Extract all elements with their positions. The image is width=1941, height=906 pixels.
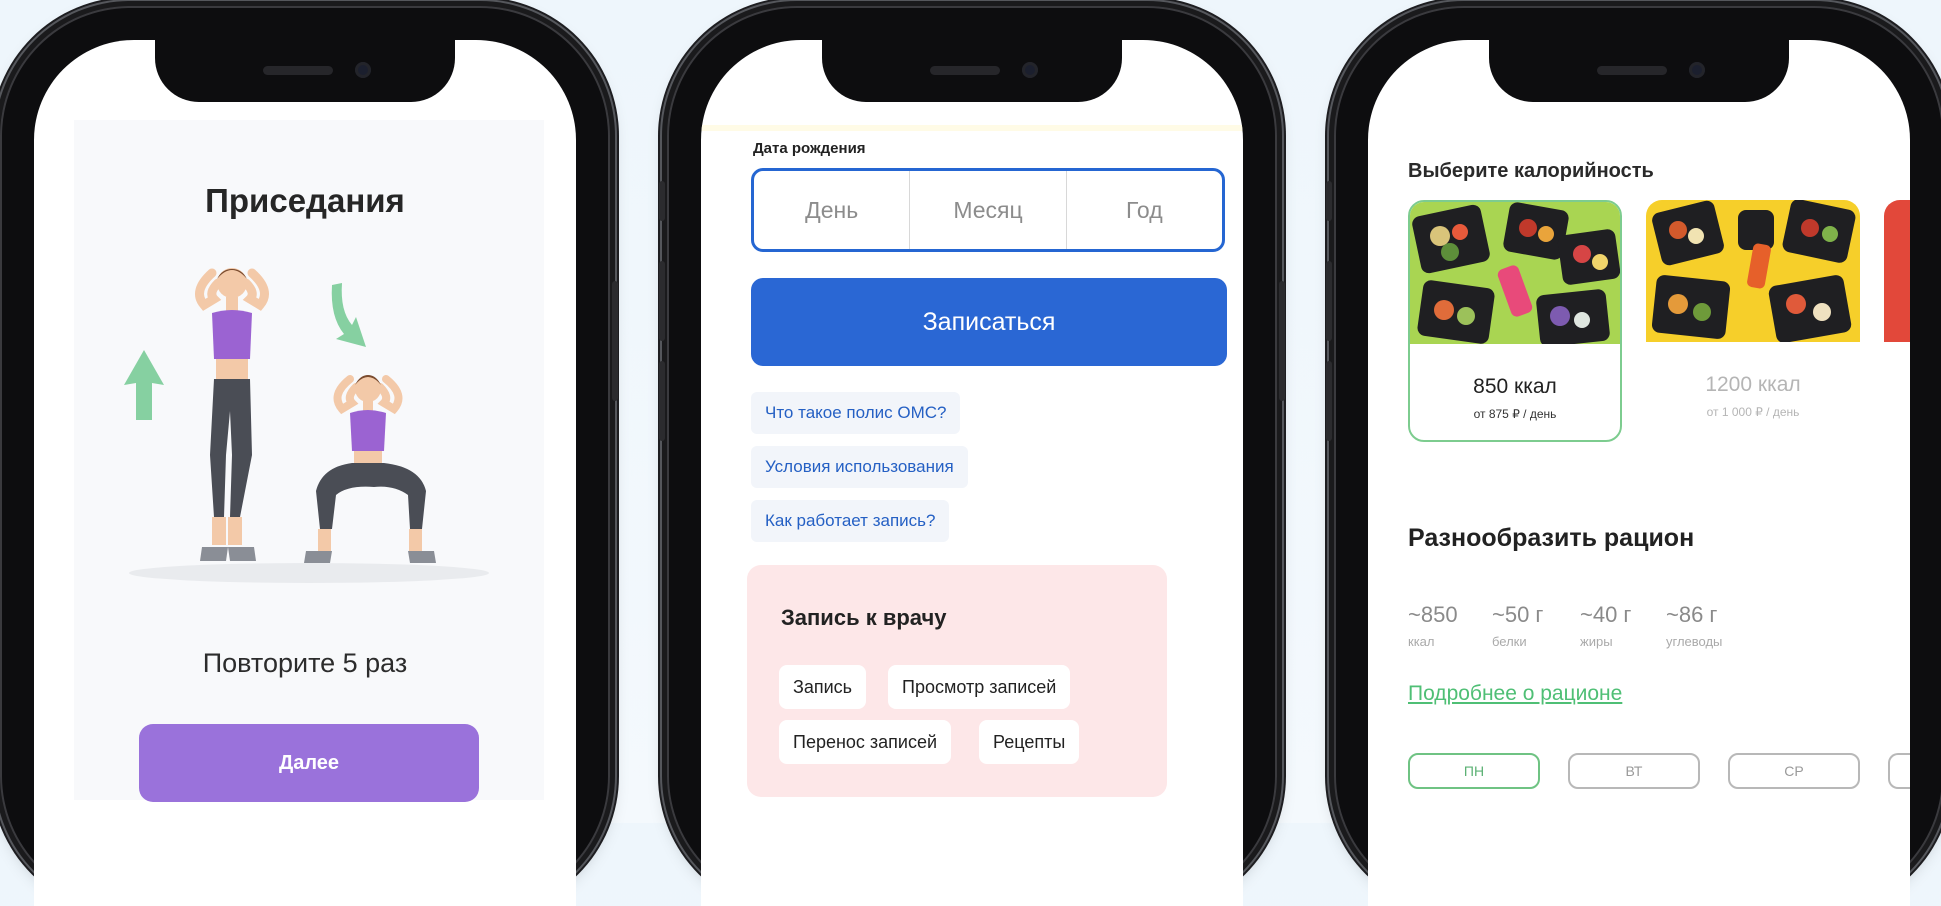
next-button[interactable]: Далее (139, 724, 479, 802)
side-button (659, 261, 665, 341)
year-input[interactable]: Год (1067, 171, 1222, 249)
link-terms-of-use[interactable]: Условия использования (751, 446, 968, 488)
day-tab-wed[interactable]: СР (1728, 753, 1860, 789)
plan-price: от 1 000 ₽ / день (1706, 405, 1800, 419)
squat-illustration (124, 268, 489, 583)
day-input[interactable]: День (754, 171, 911, 249)
chip-appointment[interactable]: Запись (779, 665, 867, 709)
link-how-booking-works[interactable]: Как работает запись? (751, 500, 950, 542)
side-button (659, 181, 665, 221)
chip-reschedule[interactable]: Перенос записей (779, 720, 952, 764)
birth-date-label: Дата рождения (753, 140, 866, 157)
notch (822, 40, 1122, 102)
link-oms-policy[interactable]: Что такое полис ОМС? (751, 392, 961, 434)
macro-fat: ~40 г жиры (1580, 602, 1632, 649)
macro-kcal: ~850 ккал (1408, 602, 1458, 649)
side-button (1326, 361, 1332, 441)
diet-details-link[interactable]: Подробнее о рационе (1408, 682, 1622, 706)
side-button (1279, 281, 1285, 401)
signup-button[interactable]: Записаться (751, 278, 1227, 366)
macro-carbs: ~86 г углеводы (1666, 602, 1723, 649)
plan-kcal: 1200 ккал (1705, 373, 1801, 396)
notch (1489, 40, 1789, 102)
plan-card-partial[interactable] (1884, 200, 1910, 442)
page-title: Приседания (205, 182, 405, 219)
day-tab-partial[interactable] (1888, 753, 1910, 789)
standing-figure-icon (195, 268, 269, 561)
phone-frame-nutrition: Выберите калорийность 850 ккал от 875 ₽ … (1326, 6, 1941, 906)
day-tab-mon[interactable]: ПН (1408, 753, 1540, 789)
notch (155, 40, 455, 102)
chip-prescriptions[interactable]: Рецепты (979, 720, 1080, 764)
nutrition-screen: Выберите калорийность 850 ккал от 875 ₽ … (1368, 40, 1910, 906)
squatting-figure-icon (304, 375, 436, 563)
plan-price: от 875 ₽ / день (1473, 407, 1557, 421)
meal-boxes-image (1646, 200, 1860, 342)
arrow-up-icon (124, 350, 164, 420)
camera-icon (355, 62, 371, 78)
side-button (1326, 181, 1332, 221)
diversify-title: Разнообразить рацион (1408, 524, 1695, 552)
plan-card-1200[interactable]: 1200 ккал от 1 000 ₽ / день (1646, 200, 1860, 442)
exercise-screen: Приседания Повторите 5 раз Далее (34, 40, 576, 906)
phone-frame-exercise: Приседания Повторите 5 раз Далее (0, 6, 618, 906)
phone-frame-registration: Дата рождения День Месяц Год Записаться … (659, 6, 1285, 906)
plan-card-850[interactable]: 850 ккал от 875 ₽ / день (1408, 200, 1622, 442)
side-button (659, 361, 665, 441)
calorie-section-title: Выберите калорийность (1408, 160, 1654, 182)
repeat-instruction: Повторите 5 раз (202, 648, 408, 678)
doctor-appointment-card: Запись к врачу Запись Просмотр записей П… (747, 565, 1167, 797)
camera-icon (1022, 62, 1038, 78)
month-input[interactable]: Месяц (910, 171, 1067, 249)
arrow-down-icon (331, 283, 366, 347)
side-button (1326, 261, 1332, 341)
registration-screen: Дата рождения День Месяц Год Записаться … (701, 40, 1243, 906)
macro-protein: ~50 г белки (1492, 602, 1544, 649)
side-button (612, 281, 618, 401)
day-tab-tue[interactable]: ВТ (1568, 753, 1700, 789)
meal-boxes-image (1410, 202, 1620, 344)
card-title: Запись к врачу (781, 605, 947, 630)
plan-kcal: 850 ккал (1473, 375, 1557, 398)
top-divider (701, 125, 1243, 131)
birth-date-field: День Месяц Год (751, 168, 1225, 252)
chip-view-appointments[interactable]: Просмотр записей (888, 665, 1071, 709)
camera-icon (1689, 62, 1705, 78)
